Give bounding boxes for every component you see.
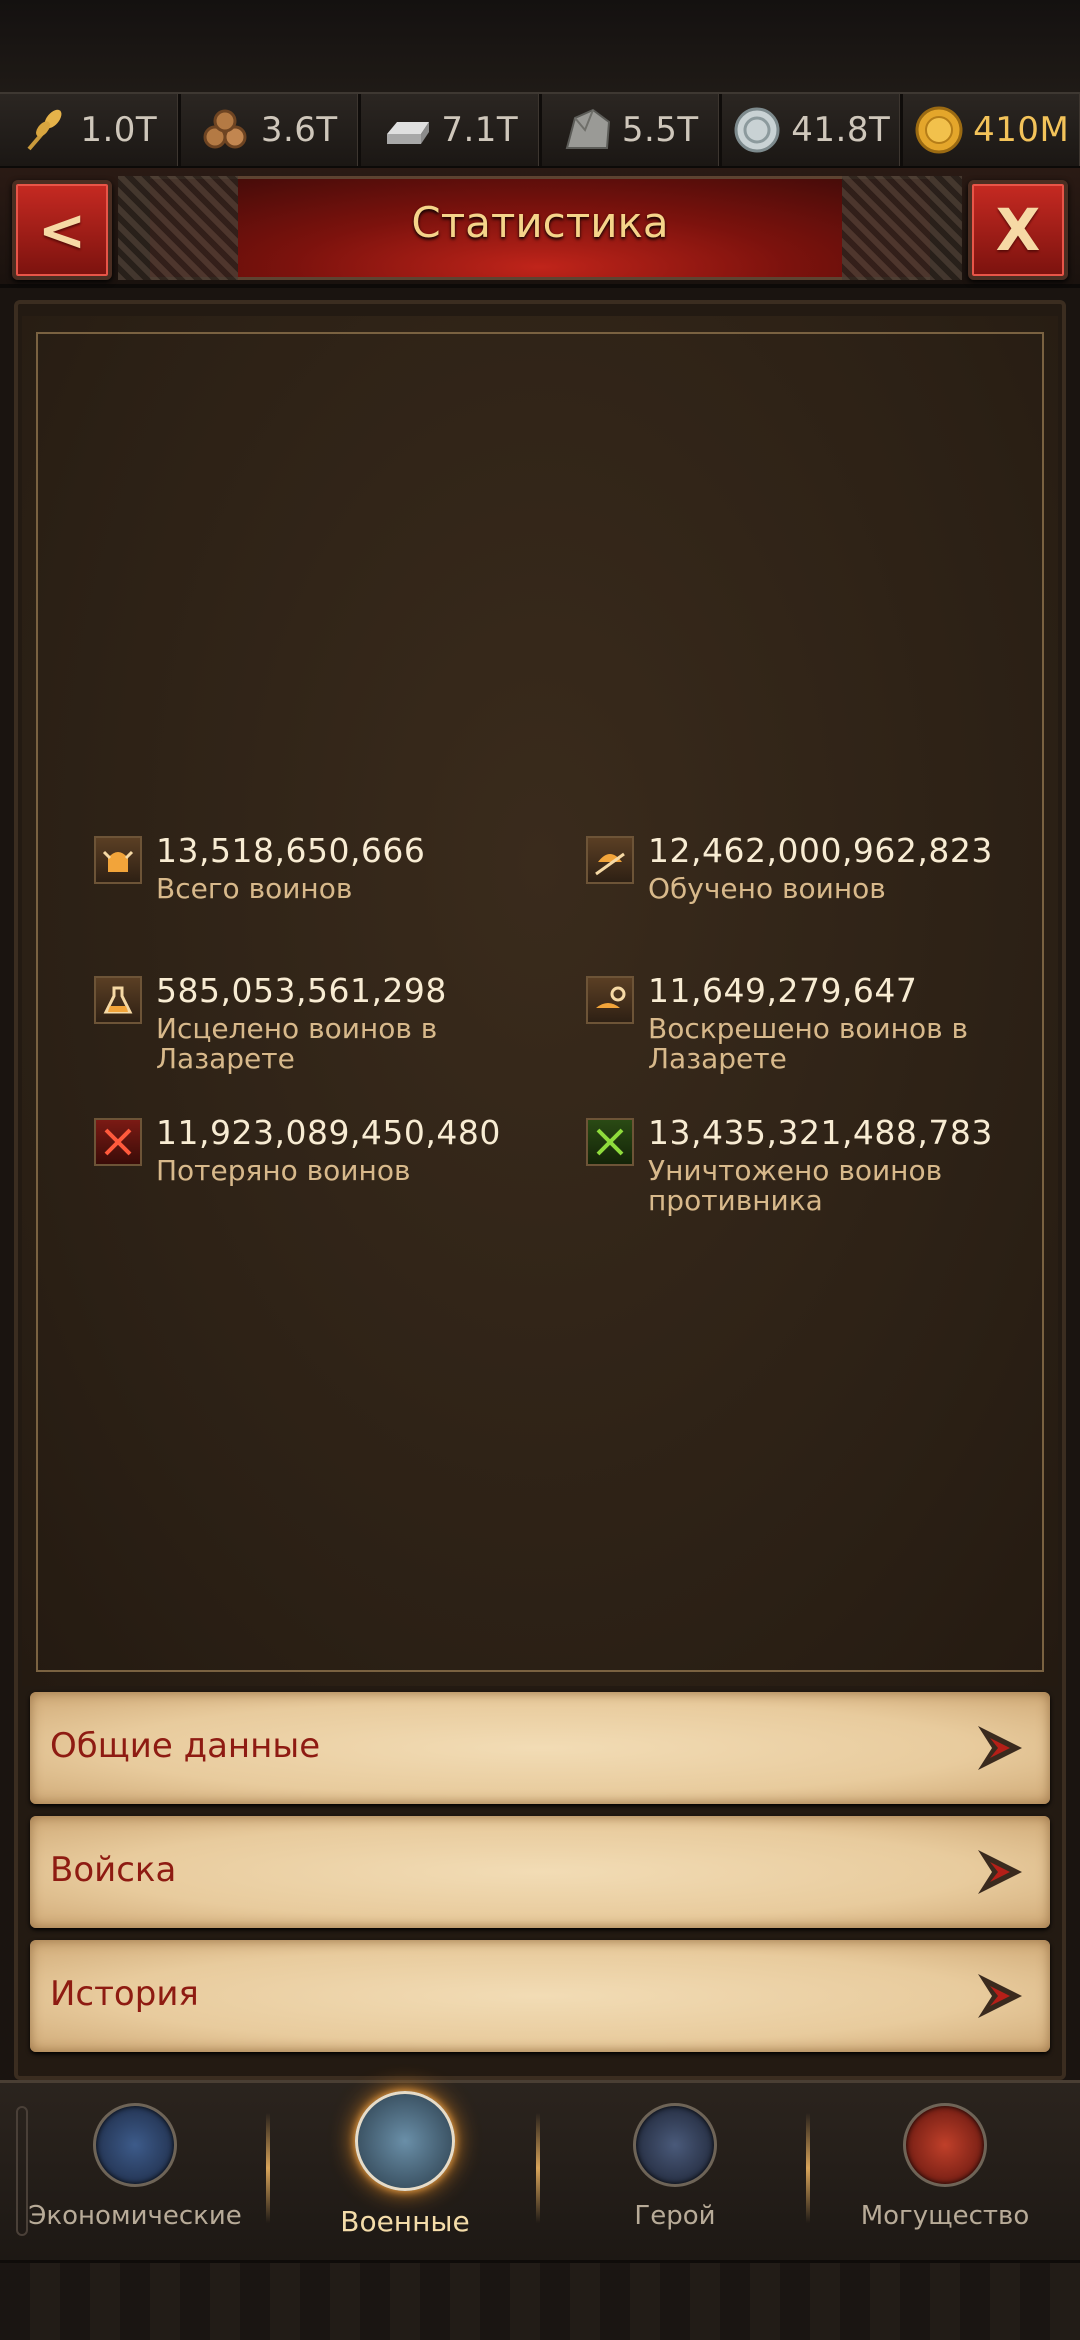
stat-healed-warriors: 585,053,561,298 Исцелено воинов в Лазаре… (94, 972, 554, 1074)
tab-economic[interactable]: Экономические (0, 2103, 270, 2253)
tab-military[interactable]: Военные (270, 2091, 540, 2253)
resource-value: 410M (973, 110, 1070, 150)
tab-hero[interactable]: Герой (540, 2103, 810, 2253)
destroyed-swords-icon (586, 1118, 634, 1166)
stone-icon (562, 104, 614, 156)
resource-value: 3.6T (260, 110, 338, 150)
lost-swords-icon (94, 1118, 142, 1166)
page-title: Статистика (411, 198, 669, 247)
stat-trained-warriors: 12,462,000,962,823 Обучено воинов (586, 832, 1046, 904)
gold-icon (913, 104, 965, 156)
chevron-left-icon: < (37, 196, 87, 264)
resource-stone[interactable]: 5.5T (542, 94, 722, 166)
stat-label: Воскрешено воинов в Лазарете (648, 1012, 969, 1075)
resource-wheat[interactable]: 1.0T (0, 94, 181, 166)
iron-icon (381, 104, 433, 156)
stat-value: 585,053,561,298 (156, 971, 447, 1010)
close-button[interactable]: X (968, 180, 1068, 280)
stat-label: Потеряно воинов (156, 1154, 411, 1187)
stat-value: 12,462,000,962,823 (648, 831, 993, 870)
stat-value: 13,435,321,488,783 (648, 1113, 993, 1152)
flaming-sword-icon (903, 2103, 987, 2187)
resource-wood[interactable]: 3.6T (181, 94, 361, 166)
stat-label: Обучено воинов (648, 872, 886, 905)
stat-label: Уничтожено воинов противника (648, 1154, 943, 1217)
row-troops[interactable]: Войска (30, 1816, 1050, 1928)
stat-total-warriors: 13,518,650,666 Всего воинов (94, 832, 554, 904)
header-bar: Статистика < X (0, 168, 1080, 288)
scroll-handle (16, 2106, 28, 2236)
status-strip (0, 0, 1080, 92)
tab-label: Экономические (28, 2201, 242, 2231)
warrior-helmet-icon (94, 836, 142, 884)
wheat-icon (20, 104, 72, 156)
hero-portrait-icon (633, 2103, 717, 2187)
stat-value: 11,649,279,647 (648, 971, 918, 1010)
silver-icon (731, 104, 783, 156)
row-history[interactable]: История (30, 1940, 1050, 2052)
row-general-data[interactable]: Общие данные (30, 1692, 1050, 1804)
stat-lost-warriors: 11,923,089,450,480 Потеряно воинов (94, 1114, 554, 1186)
resource-value: 1.0T (80, 110, 158, 150)
tab-label: Герой (634, 2201, 716, 2231)
stat-revived-warriors: 11,649,279,647 Воскрешено воинов в Лазар… (586, 972, 1046, 1074)
tab-power[interactable]: Могущество (810, 2103, 1080, 2253)
stat-destroyed-enemies: 13,435,321,488,783 Уничтожено воинов про… (586, 1114, 1046, 1216)
sword-icon (355, 2091, 455, 2191)
resource-bar: 1.0T 3.6T 7.1T 5.5T 41.8T 410M (0, 92, 1080, 168)
stat-label: Всего воинов (156, 872, 353, 905)
stat-value: 13,518,650,666 (156, 831, 426, 870)
resource-value: 7.1T (441, 110, 519, 150)
healing-potion-icon (94, 976, 142, 1024)
app-root: 1.0T 3.6T 7.1T 5.5T 41.8T 410M Статистик… (0, 0, 1080, 2340)
resource-value: 41.8T (791, 110, 891, 150)
row-label: Войска (50, 1850, 177, 1890)
resource-value: 5.5T (621, 110, 699, 150)
tab-label: Могущество (860, 2201, 1030, 2231)
trained-warrior-icon (586, 836, 634, 884)
scales-icon (93, 2103, 177, 2187)
stat-label: Исцелено воинов в Лазарете (156, 1012, 438, 1075)
stat-value: 11,923,089,450,480 (156, 1113, 501, 1152)
row-label: Общие данные (50, 1726, 321, 1766)
bottom-nav: Экономические Военные Герой Могущество (0, 2080, 1080, 2260)
resource-silver[interactable]: 41.8T (722, 94, 903, 166)
revive-potion-icon (586, 976, 634, 1024)
bottom-ornament (0, 2260, 1080, 2340)
row-label: История (50, 1974, 199, 2014)
chevron-right-icon (978, 1850, 1022, 1894)
resource-iron[interactable]: 7.1T (361, 94, 542, 166)
tab-label: Военные (340, 2205, 470, 2238)
wood-icon (201, 104, 253, 156)
chevron-right-icon (978, 1974, 1022, 2018)
close-icon: X (995, 196, 1041, 264)
back-button[interactable]: < (12, 180, 112, 280)
resource-gold[interactable]: 410M (903, 94, 1080, 166)
chevron-right-icon (978, 1726, 1022, 1770)
